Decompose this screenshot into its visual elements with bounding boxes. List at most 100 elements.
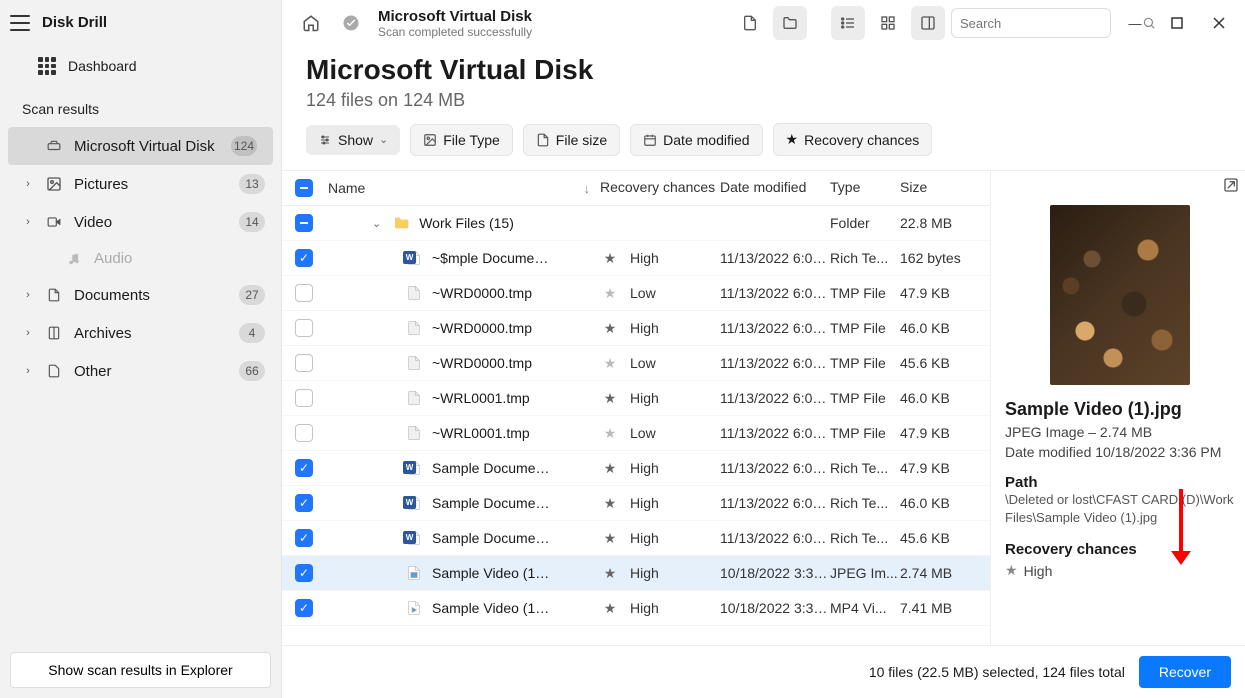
table-row[interactable]: WSample Documen...★High11/13/2022 6:00..… [282, 451, 990, 486]
table-row[interactable]: ⌄Work Files (15)Folder22.8 MB [282, 206, 990, 241]
date-value: 11/13/2022 6:01... [720, 355, 830, 371]
close-button[interactable] [1201, 6, 1237, 40]
type-value: Rich Te... [830, 530, 900, 546]
dashboard-link[interactable]: Dashboard [0, 45, 281, 87]
sliders-icon [318, 134, 332, 146]
folder-view-icon[interactable] [773, 6, 807, 40]
chevron-down-icon: ⌄ [372, 217, 381, 230]
file-name: ~WRD0000.tmp [432, 355, 532, 371]
col-recovery-header[interactable]: Recovery chances [600, 179, 720, 197]
sidebar-item-archives[interactable]: ›Archives4 [0, 314, 281, 352]
panel-view-icon[interactable] [911, 6, 945, 40]
col-date-header[interactable]: Date modified [720, 179, 830, 197]
show-in-explorer-button[interactable]: Show scan results in Explorer [10, 652, 271, 688]
table-row[interactable]: W~$mple Documen...★High11/13/2022 6:01..… [282, 241, 990, 276]
archive-icon [44, 324, 64, 342]
table-row[interactable]: ~WRD0000.tmp★Low11/13/2022 6:01...TMP Fi… [282, 346, 990, 381]
star-icon: ★ [600, 320, 620, 337]
type-value: Rich Te... [830, 250, 900, 266]
recover-button[interactable]: Recover [1139, 656, 1231, 688]
table-row[interactable]: Sample Video (1)....★High10/18/2022 3:36… [282, 591, 990, 626]
file-name: Work Files (15) [419, 215, 514, 231]
image-icon [423, 133, 437, 147]
date-value: 10/18/2022 3:36... [720, 600, 830, 616]
row-checkbox[interactable] [295, 459, 313, 477]
table-row[interactable]: WSample Documen...★High11/13/2022 6:01..… [282, 521, 990, 556]
sidebar-item-other[interactable]: ›Other66 [0, 352, 281, 390]
row-checkbox[interactable] [295, 424, 313, 442]
file-name: Sample Documen... [432, 495, 552, 511]
recovery-value: High [630, 390, 659, 407]
list-view-icon[interactable] [831, 6, 865, 40]
recovery-value: High [630, 250, 659, 267]
sidebar-item-video[interactable]: ›Video14 [0, 203, 281, 241]
size-value: 45.6 KB [900, 355, 990, 371]
dashboard-icon [38, 57, 56, 75]
date-value: 11/13/2022 6:01... [720, 530, 830, 546]
file-name: Sample Video (1).j... [432, 565, 552, 581]
star-icon: ★ [600, 565, 620, 582]
grid-view-icon[interactable] [871, 6, 905, 40]
file-view-icon[interactable] [733, 6, 767, 40]
date-modified-filter[interactable]: Date modified [630, 124, 762, 156]
file-name: ~WRD0000.tmp [432, 320, 532, 336]
preview-recovery-value: High [1024, 563, 1053, 579]
table-row[interactable]: ~WRL0001.tmp★Low11/13/2022 6:00...TMP Fi… [282, 416, 990, 451]
row-checkbox[interactable] [295, 529, 313, 547]
picture-icon [44, 176, 64, 192]
sidebar-item-microsoft-virtual-disk[interactable]: Microsoft Virtual Disk124 [8, 127, 273, 165]
row-checkbox[interactable] [295, 564, 313, 582]
table-row[interactable]: WSample Documen...★High11/13/2022 6:00..… [282, 486, 990, 521]
table-row[interactable]: ~WRD0000.tmp★High11/13/2022 6:01...TMP F… [282, 311, 990, 346]
file-icon: W [404, 458, 424, 478]
size-value: 7.41 MB [900, 600, 990, 616]
date-value: 11/13/2022 6:00... [720, 390, 830, 406]
recovery-filter[interactable]: ★Recovery chances [773, 123, 933, 156]
row-checkbox[interactable] [295, 319, 313, 337]
file-size-filter[interactable]: File size [523, 124, 620, 156]
count-badge: 13 [239, 174, 265, 194]
menu-icon[interactable] [10, 15, 30, 31]
recovery-value: Low [630, 425, 656, 442]
row-checkbox[interactable] [295, 354, 313, 372]
col-type-header[interactable]: Type [830, 179, 900, 197]
sidebar-item-documents[interactable]: ›Documents27 [0, 276, 281, 314]
row-checkbox[interactable] [295, 389, 313, 407]
document-icon [44, 286, 64, 304]
row-checkbox[interactable] [295, 249, 313, 267]
size-value: 46.0 KB [900, 320, 990, 336]
row-checkbox[interactable] [295, 494, 313, 512]
date-value: 11/13/2022 6:00... [720, 285, 830, 301]
show-filter[interactable]: Show ⌄ [306, 125, 400, 155]
table-row[interactable]: ~WRL0001.tmp★High11/13/2022 6:00...TMP F… [282, 381, 990, 416]
row-checkbox[interactable] [295, 599, 313, 617]
home-icon[interactable] [294, 6, 328, 40]
row-checkbox[interactable] [295, 284, 313, 302]
popout-icon[interactable] [1223, 177, 1239, 193]
minimize-button[interactable]: — [1117, 6, 1153, 40]
star-icon: ★ [600, 495, 620, 512]
file-icon [404, 598, 424, 618]
sidebar-item-pictures[interactable]: ›Pictures13 [0, 165, 281, 203]
col-size-header[interactable]: Size [900, 179, 990, 197]
app-title: Disk Drill [42, 14, 107, 31]
table-row[interactable]: ~WRD0000.tmp★Low11/13/2022 6:00...TMP Fi… [282, 276, 990, 311]
sidebar-item-audio[interactable]: Audio [0, 241, 281, 276]
col-name-header[interactable]: Name↓ [322, 179, 600, 197]
file-icon: W [404, 528, 424, 548]
row-checkbox[interactable] [295, 214, 313, 232]
size-value: 47.9 KB [900, 285, 990, 301]
search-input[interactable] [960, 16, 1136, 31]
search-box[interactable] [951, 8, 1111, 38]
file-type-filter[interactable]: File Type [410, 124, 513, 156]
select-all-checkbox[interactable] [295, 179, 313, 197]
topbar-subtitle: Scan completed successfully [378, 25, 532, 39]
file-icon [536, 133, 550, 147]
maximize-button[interactable] [1159, 6, 1195, 40]
date-value: 10/18/2022 3:36... [720, 565, 830, 581]
table-row[interactable]: Sample Video (1).j...★High10/18/2022 3:3… [282, 556, 990, 591]
calendar-icon [643, 133, 657, 147]
size-value: 2.74 MB [900, 565, 990, 581]
preview-title: Sample Video (1).jpg [1005, 399, 1235, 420]
preview-date: Date modified 10/18/2022 3:36 PM [1005, 444, 1235, 460]
